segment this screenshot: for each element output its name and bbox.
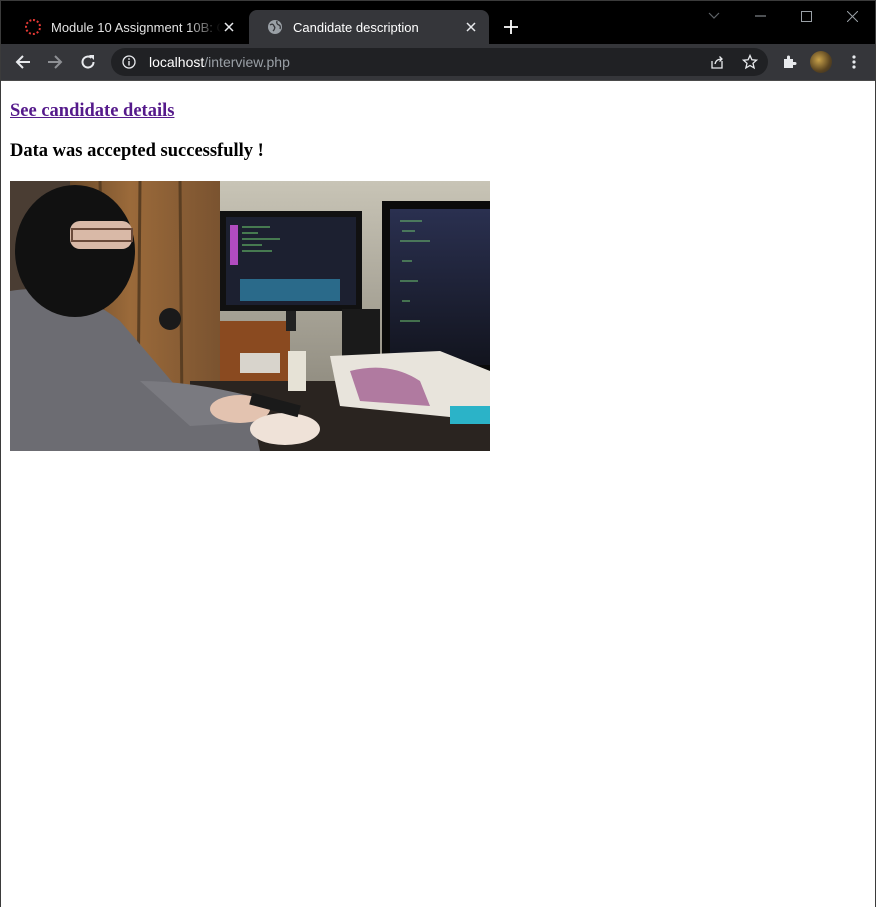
plus-icon: [504, 20, 518, 34]
arrow-left-icon: [15, 55, 30, 69]
success-message: Data was accepted successfully !: [10, 141, 264, 161]
close-window-button[interactable]: [829, 1, 875, 31]
extensions-button[interactable]: [778, 50, 802, 74]
share-button[interactable]: [705, 50, 729, 74]
reload-icon: [81, 55, 95, 69]
reload-button[interactable]: [76, 50, 100, 74]
star-icon: [742, 54, 758, 70]
minimize-button[interactable]: [737, 1, 783, 31]
puzzle-icon: [784, 55, 797, 68]
menu-button[interactable]: [842, 50, 866, 74]
globe-icon: [267, 19, 283, 35]
tab-candidate-description[interactable]: Candidate description: [249, 10, 489, 44]
canvas-ring-icon: [25, 19, 41, 35]
page-content: See candidate details Data was accepted …: [1, 81, 875, 907]
forward-button[interactable]: [43, 50, 67, 74]
close-tab-icon[interactable]: [463, 19, 479, 35]
bookmark-button[interactable]: [738, 50, 762, 74]
see-candidate-details-link[interactable]: See candidate details: [10, 101, 174, 122]
address-bar[interactable]: localhost/interview.php: [111, 48, 768, 76]
url-text: localhost/interview.php: [149, 54, 290, 70]
maximize-icon: [800, 10, 812, 22]
close-tab-icon[interactable]: [221, 19, 237, 35]
share-icon: [710, 55, 723, 69]
back-button[interactable]: [11, 50, 35, 74]
url-path: /interview.php: [204, 54, 290, 70]
close-icon: [846, 10, 858, 22]
window-controls: [691, 1, 875, 31]
arrow-right-icon: [48, 55, 63, 69]
more-vertical-icon: [852, 55, 856, 69]
profile-avatar[interactable]: [810, 51, 832, 73]
minimize-icon: [754, 15, 766, 17]
tab-search-button[interactable]: [691, 1, 737, 31]
browser-window: Module 10 Assignment 10B: Candidate Cand…: [0, 0, 876, 907]
browser-toolbar: localhost/interview.php: [1, 44, 875, 80]
maximize-button[interactable]: [783, 1, 829, 31]
tab-title: Module 10 Assignment 10B: Candidate: [51, 19, 221, 35]
candidate-photo: [10, 181, 490, 451]
tab-title: Candidate description: [293, 19, 419, 35]
tab-module-assignment[interactable]: Module 10 Assignment 10B: Candidate: [7, 10, 247, 44]
tab-strip: Module 10 Assignment 10B: Candidate Cand…: [1, 1, 875, 44]
url-host: localhost: [149, 54, 205, 70]
chevron-down-icon: [708, 12, 720, 19]
site-info-icon[interactable]: [121, 54, 137, 70]
new-tab-button[interactable]: [499, 15, 523, 39]
